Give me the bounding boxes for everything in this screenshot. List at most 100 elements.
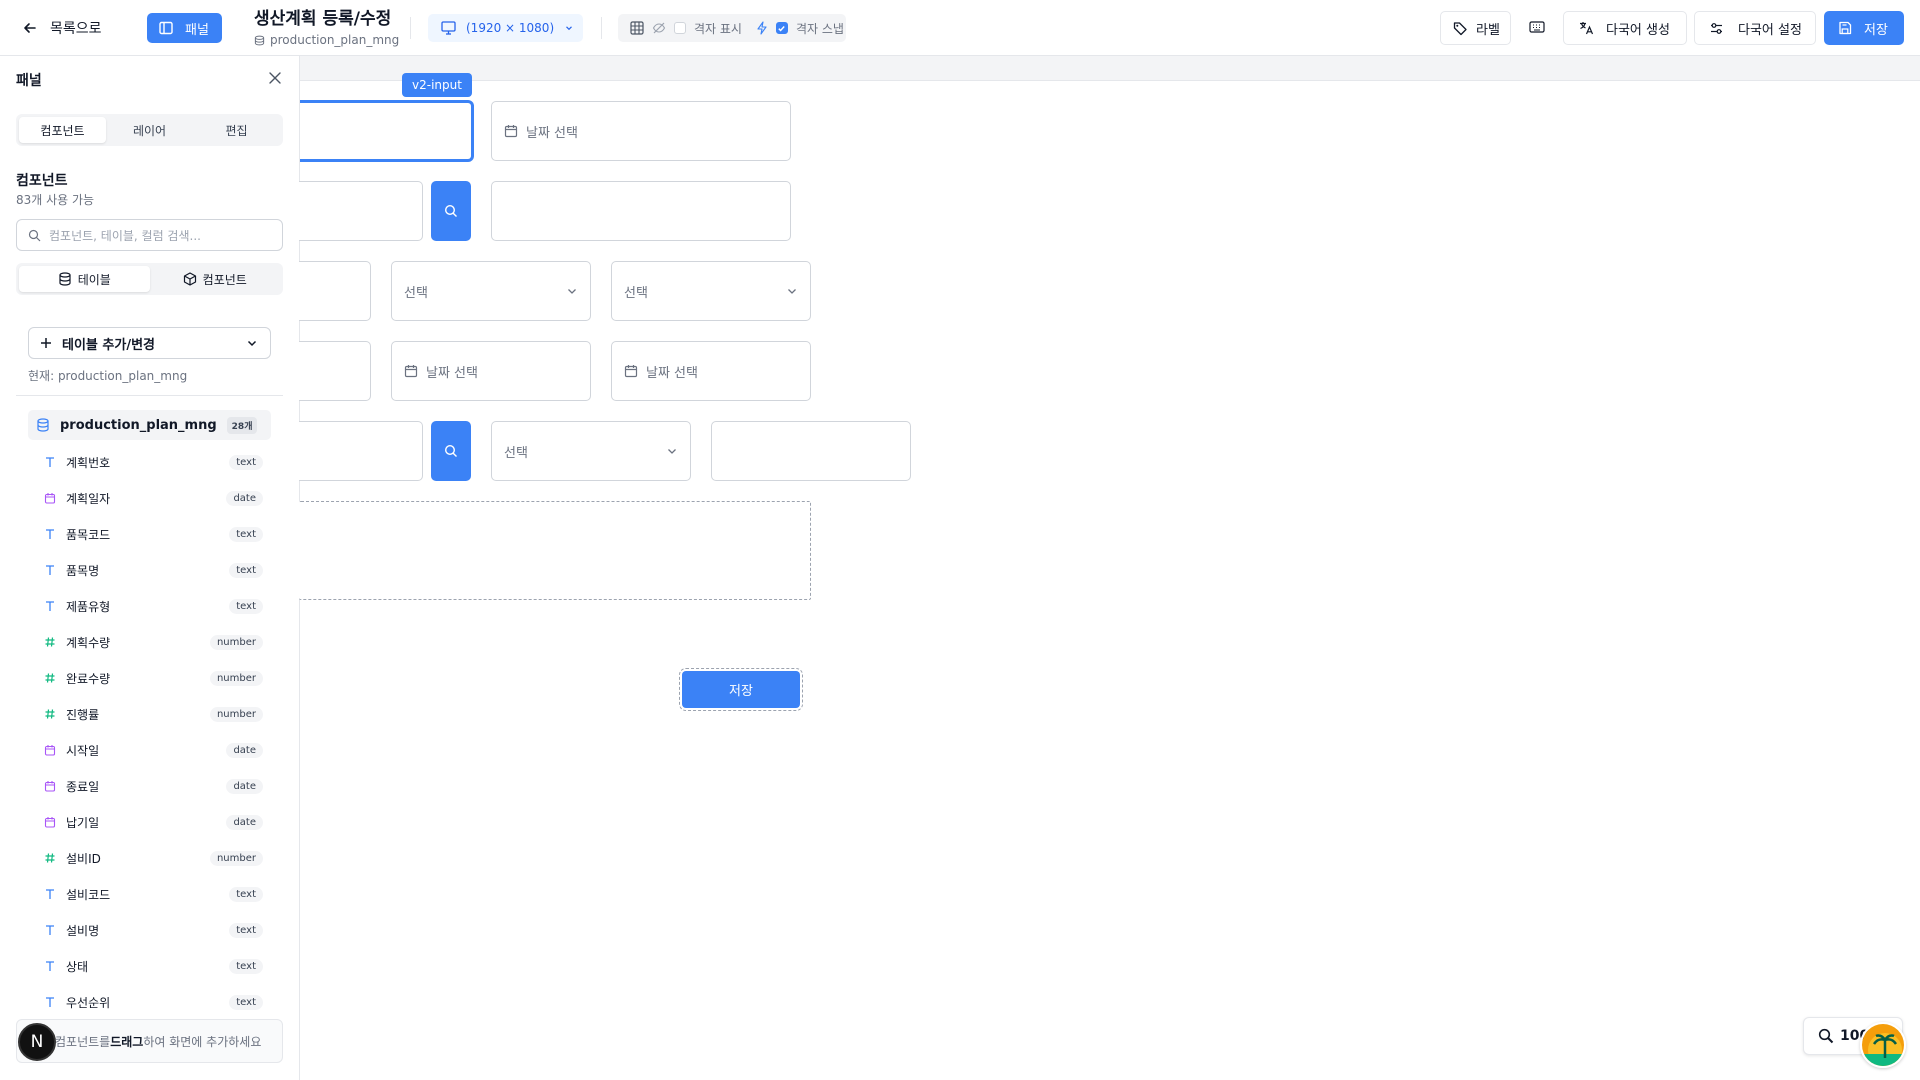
back-label: 목록으로 [50, 21, 102, 37]
calendar-icon [44, 780, 56, 792]
search-button[interactable] [431, 421, 471, 481]
select-dropdown[interactable]: 선택 [391, 261, 591, 321]
calendar-icon [44, 744, 56, 756]
column-type-badge: number [209, 634, 263, 650]
column-item[interactable]: 진행률 number [28, 696, 271, 732]
section-title: 컴포넌트 [16, 173, 68, 189]
label-button[interactable]: 라벨 [1440, 11, 1511, 45]
date-placeholder: 날짜 선택 [426, 365, 478, 381]
column-type-badge: date [226, 814, 263, 830]
multilang-generate-label: 다국어 생성 [1606, 22, 1670, 38]
column-item[interactable]: 종료일 date [28, 768, 271, 804]
search-icon [444, 444, 458, 458]
save-button-label: 저장 [1864, 22, 1888, 38]
text-input[interactable] [711, 421, 911, 481]
column-name: 시작일 [66, 743, 100, 758]
component-search-input[interactable]: 컴포넌트, 테이블, 컬럼 검색... [16, 219, 283, 251]
zoom-icon [1818, 1028, 1834, 1044]
text-icon [44, 996, 56, 1008]
text-input[interactable] [299, 421, 423, 481]
plus-icon [40, 337, 52, 349]
save-button[interactable]: 저장 [1824, 11, 1904, 45]
column-item[interactable]: 완료수량 number [28, 660, 271, 696]
column-item[interactable]: 품목코드 text [28, 516, 271, 552]
form-save-button[interactable]: 저장 [679, 668, 803, 711]
database-icon [254, 35, 265, 46]
text-input[interactable] [299, 341, 371, 401]
text-icon [44, 888, 56, 900]
date-input[interactable]: 날짜 선택 [611, 341, 811, 401]
select-dropdown[interactable]: 선택 [611, 261, 811, 321]
hint-bold: 드래그 [110, 1034, 144, 1049]
column-type-badge: date [226, 742, 263, 758]
lightning-icon [756, 21, 768, 35]
column-item[interactable]: 계획번호 text [28, 444, 271, 480]
column-item[interactable]: 납기일 date [28, 804, 271, 840]
chevron-down-icon [786, 285, 798, 297]
column-item[interactable]: 계획수량 number [28, 624, 271, 660]
translate-icon [1578, 20, 1594, 36]
tab-components[interactable]: 컴포넌트 [19, 117, 106, 143]
search-button[interactable] [431, 181, 471, 241]
grid-snap-checkbox[interactable] [775, 22, 788, 34]
table-item[interactable]: production_plan_mng 28개 [28, 410, 271, 440]
tab-layers[interactable]: 레이어 [106, 117, 193, 143]
column-item[interactable]: 설비명 text [28, 912, 271, 948]
resolution-label: (1920 × 1080) [466, 21, 555, 35]
resolution-select[interactable]: (1920 × 1080) [428, 14, 583, 42]
tag-icon [1453, 21, 1468, 36]
column-type-badge: text [229, 994, 263, 1010]
canvas-ruler [300, 56, 1920, 81]
hash-icon [44, 672, 56, 684]
text-input[interactable] [299, 261, 371, 321]
column-name: 종료일 [66, 779, 100, 794]
column-type-badge: date [226, 778, 263, 794]
textarea-field[interactable] [299, 501, 811, 600]
back-to-list-button[interactable]: 목록으로 [22, 14, 102, 42]
column-item[interactable]: 상태 text [28, 948, 271, 984]
selected-input-field[interactable] [300, 100, 474, 162]
divider [16, 395, 283, 396]
column-item[interactable]: 시작일 date [28, 732, 271, 768]
subtab-component[interactable]: 컴포넌트 [150, 266, 281, 292]
select-placeholder: 선택 [404, 285, 428, 301]
monitor-icon [441, 21, 456, 35]
drag-hint: 컴포넌트를 드래그 하여 화면에 추가하세요 [16, 1019, 283, 1063]
table-add-change-button[interactable]: 테이블 추가/변경 [28, 327, 271, 359]
avatar[interactable] [1860, 1022, 1906, 1068]
date-input[interactable]: 날짜 선택 [491, 101, 791, 161]
close-icon[interactable] [268, 71, 282, 85]
date-input[interactable]: 날짜 선택 [391, 341, 591, 401]
text-input[interactable] [491, 181, 791, 241]
column-type-badge: date [226, 490, 263, 506]
column-name: 계획수량 [66, 635, 111, 650]
keyboard-icon[interactable] [1529, 19, 1545, 35]
column-item[interactable]: 설비ID number [28, 840, 271, 876]
hash-icon [44, 852, 56, 864]
multilang-generate-button[interactable]: 다국어 생성 [1563, 11, 1687, 45]
tab-edit[interactable]: 편집 [193, 117, 280, 143]
panel-toggle-button[interactable]: 패널 [147, 13, 222, 43]
column-item[interactable]: 제품유형 text [28, 588, 271, 624]
select-dropdown[interactable]: 선택 [491, 421, 691, 481]
text-icon [44, 600, 56, 612]
column-item[interactable]: 품목명 text [28, 552, 271, 588]
design-canvas[interactable]: v2-input 날짜 선택 선택 선택 날짜 선택 날짜 선택 선택 저장 1… [299, 56, 1920, 1080]
select-placeholder: 선택 [504, 445, 528, 461]
subtab-table[interactable]: 테이블 [19, 266, 150, 292]
n-badge[interactable]: N [18, 1023, 56, 1061]
column-list: 계획번호 text 계획일자 date 품목코드 text 품목명 text 제품유형 text 계… [28, 444, 271, 1020]
column-item[interactable]: 우선순위 text [28, 984, 271, 1020]
section-count: 83개 사용 가능 [16, 193, 95, 207]
column-type-badge: text [229, 922, 263, 938]
grid-show-checkbox[interactable] [674, 22, 686, 34]
column-item[interactable]: 계획일자 date [28, 480, 271, 516]
panel-title: 패널 [16, 73, 42, 89]
grid-icon[interactable] [630, 21, 644, 35]
column-name: 설비명 [66, 923, 100, 938]
multilang-settings-button[interactable]: 다국어 설정 [1694, 11, 1816, 45]
column-item[interactable]: 설비코드 text [28, 876, 271, 912]
arrow-left-icon [22, 20, 38, 36]
database-icon [36, 418, 50, 432]
text-input[interactable] [299, 181, 423, 241]
